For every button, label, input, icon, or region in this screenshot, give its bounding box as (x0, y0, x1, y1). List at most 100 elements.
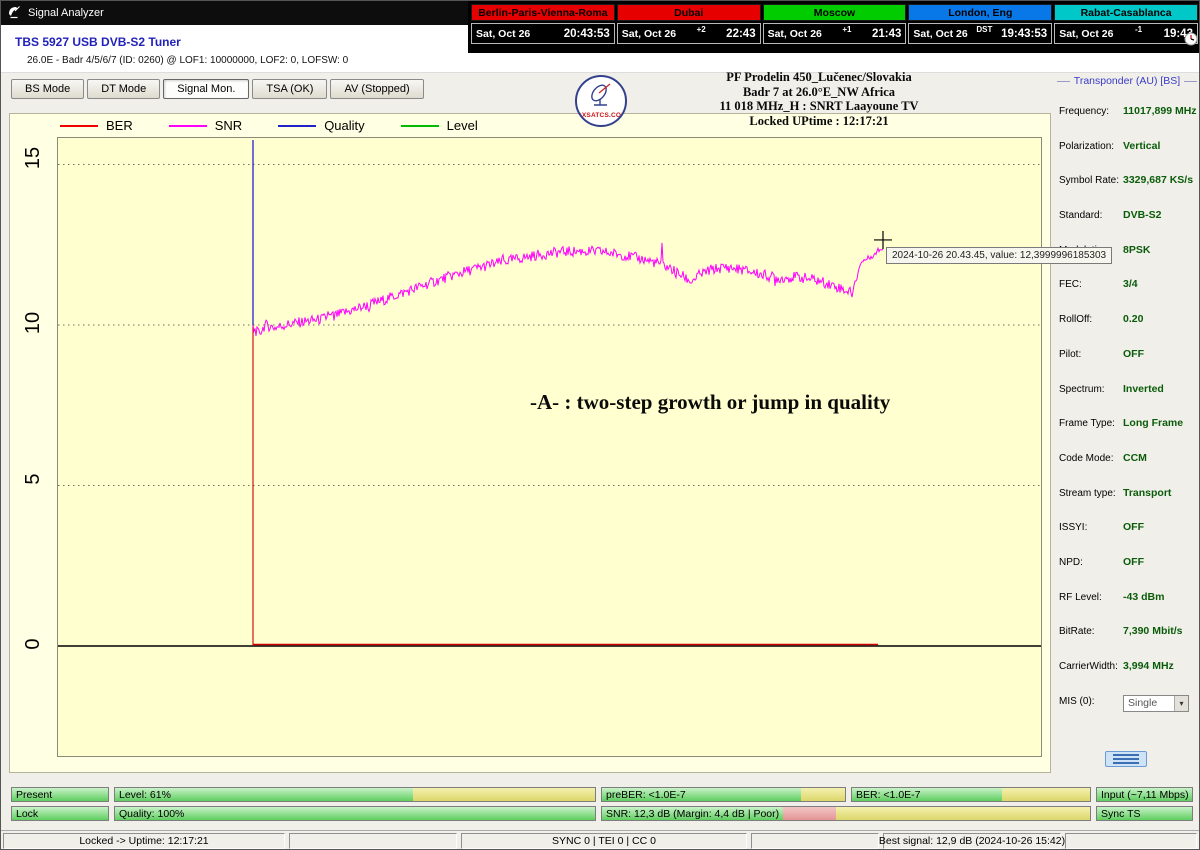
bar-label: Sync TS (1097, 807, 1141, 820)
world-clock-panel: Berlin-Paris-Vienna-Roma Sat, Oct 26 20:… (468, 1, 1200, 53)
clock-utc-offset (530, 24, 563, 25)
row-value: OFF (1123, 556, 1144, 568)
tab-signal-mon[interactable]: Signal Mon. (163, 79, 249, 99)
dxsatcs-logo: DXSATCS.COM (575, 75, 627, 127)
signal-traces (58, 138, 1041, 756)
legend-snr: SNR (169, 118, 242, 133)
row-frame-type: Frame Type:Long Frame (1059, 417, 1197, 452)
bar-fill (115, 807, 595, 820)
transponder-panel: Transponder (AU) [BS] Frequency:11017,89… (1057, 75, 1197, 779)
legend-level: Level (401, 118, 478, 133)
statusbar-spacer (289, 833, 457, 849)
ytick-10: 10 (21, 310, 45, 336)
clock-city-label: Moscow (763, 4, 907, 21)
logo-text: DXSATCS.COM (577, 112, 625, 119)
row-label: Pilot: (1059, 348, 1123, 360)
spectrum-mini-button[interactable] (1105, 751, 1147, 767)
clock-date: Sat, Oct 26 (476, 28, 530, 40)
mis-selected-value: Single (1128, 697, 1157, 709)
tab-bs-mode[interactable]: BS Mode (11, 79, 84, 99)
clock-city-label: London, Eng (908, 4, 1052, 21)
chart-annotation: -A- : two-step growth or jump in quality (530, 390, 890, 415)
row-label: Stream type: (1059, 487, 1123, 499)
row-issyi: ISSYI:OFF (1059, 521, 1197, 556)
quality-line-swatch (278, 125, 316, 127)
row-frequency: Frequency:11017,899 MHz (1059, 105, 1197, 140)
row-value: 7,390 Mbit/s (1123, 625, 1183, 637)
row-label: RollOff: (1059, 313, 1123, 325)
tuner-name: TBS 5927 USB DVB-S2 Tuner (15, 35, 181, 49)
ytick-5: 5 (21, 466, 45, 492)
cursor-tooltip: 2024-10-26 20.43.45, value: 12,399999618… (886, 247, 1112, 264)
input-indicator: Input (~7,11 Mbps) (1096, 787, 1193, 802)
satellite-line: Badr 7 at 26.0°E_NW Africa (649, 85, 989, 100)
row-spectrum: Spectrum:Inverted (1059, 383, 1197, 418)
mis-dropdown[interactable]: Single ▾ (1123, 695, 1189, 712)
row-rolloff: RollOff:0.20 (1059, 313, 1197, 348)
row-rf-level: RF Level:-43 dBm (1059, 591, 1197, 626)
antenna-icon (587, 82, 617, 108)
row-value: Inverted (1123, 383, 1164, 395)
clock-utc-offset: -1 (1113, 24, 1163, 34)
level-bar: Level: 61% (114, 787, 596, 802)
row-value: 3/4 (1123, 278, 1138, 290)
transponder-title-text: Transponder (AU) [BS] (1074, 75, 1180, 87)
bar-fill (115, 788, 595, 801)
snr-line-swatch (169, 125, 207, 127)
legend-ber: BER (60, 118, 133, 133)
row-value: Transport (1123, 487, 1171, 499)
tab-tsa[interactable]: TSA (OK) (252, 79, 327, 99)
frequency-channel-line: 11 018 MHz_H : SNRT Laayoune TV (649, 99, 989, 114)
quality-bar: Quality: 100% (114, 806, 596, 821)
signal-plot-area[interactable] (57, 137, 1042, 757)
clock-date: Sat, Oct 26 (1059, 28, 1113, 40)
row-symbol-rate: Symbol Rate:3329,687 KS/s (1059, 174, 1197, 209)
row-label: RF Level: (1059, 591, 1123, 603)
statusbar-sync-counters: SYNC 0 | TEI 0 | CC 0 (461, 833, 747, 849)
row-value: DVB-S2 (1123, 209, 1162, 221)
transponder-title: Transponder (AU) [BS] (1057, 75, 1197, 87)
clock-date: Sat, Oct 26 (622, 28, 676, 40)
uptime-line: Locked UPtime : 12:17:21 (649, 114, 989, 129)
clock-time-value: 20:43:53 (564, 28, 610, 40)
station-header: PF Prodelin 450_Lučenec/Slovakia Badr 7 … (649, 70, 989, 128)
analog-clock-icon (1184, 32, 1198, 51)
clock-city-label: Rabat-Casablanca (1054, 4, 1198, 21)
legend-label: Level (447, 118, 478, 133)
statusbar-spacer (751, 833, 879, 849)
row-value: 0.20 (1123, 313, 1143, 325)
lines-icon (1113, 762, 1139, 764)
row-label: Spectrum: (1059, 383, 1123, 395)
row-label: Polarization: (1059, 140, 1123, 152)
clock-time-value: 19:43:53 (1001, 28, 1047, 40)
snr-bar: SNR: 12,3 dB (Margin: 4,4 dB | Poor) (601, 806, 1091, 821)
clock-berlin: Berlin-Paris-Vienna-Roma Sat, Oct 26 20:… (471, 4, 615, 53)
bar-label: Level: 61% (115, 788, 171, 801)
tab-av[interactable]: AV (Stopped) (330, 79, 423, 99)
tab-dt-mode[interactable]: DT Mode (87, 79, 160, 99)
legend-label: BER (106, 118, 133, 133)
row-label: Frame Type: (1059, 417, 1123, 429)
row-pilot: Pilot:OFF (1059, 348, 1197, 383)
row-label: Code Mode: (1059, 452, 1123, 464)
clock-utc-offset: +1 (822, 24, 872, 34)
statusbar-uptime: Locked -> Uptime: 12:17:21 (3, 833, 285, 849)
dropdown-arrow-icon: ▾ (1174, 696, 1188, 711)
row-mis: MIS (0): Single ▾ (1059, 695, 1197, 730)
row-label: ISSYI: (1059, 521, 1123, 533)
row-label: FEC: (1059, 278, 1123, 290)
ber-line-swatch (60, 125, 98, 127)
bar-label: Lock (12, 807, 38, 820)
row-code-mode: Code Mode:CCM (1059, 452, 1197, 487)
row-polarization: Polarization:Vertical (1059, 140, 1197, 175)
row-label: NPD: (1059, 556, 1123, 568)
clock-city-label: Berlin-Paris-Vienna-Roma (471, 4, 615, 21)
legend-quality: Quality (278, 118, 364, 133)
bar-label: Input (~7,11 Mbps) (1097, 788, 1189, 801)
clock-city-label: Dubai (617, 4, 761, 21)
bar-label: preBER: <1.0E-7 (602, 788, 686, 801)
row-label: CarrierWidth: (1059, 660, 1123, 672)
legend-label: Quality (324, 118, 364, 133)
ytick-0: 0 (21, 631, 45, 657)
lock-indicator: Lock (11, 806, 109, 821)
